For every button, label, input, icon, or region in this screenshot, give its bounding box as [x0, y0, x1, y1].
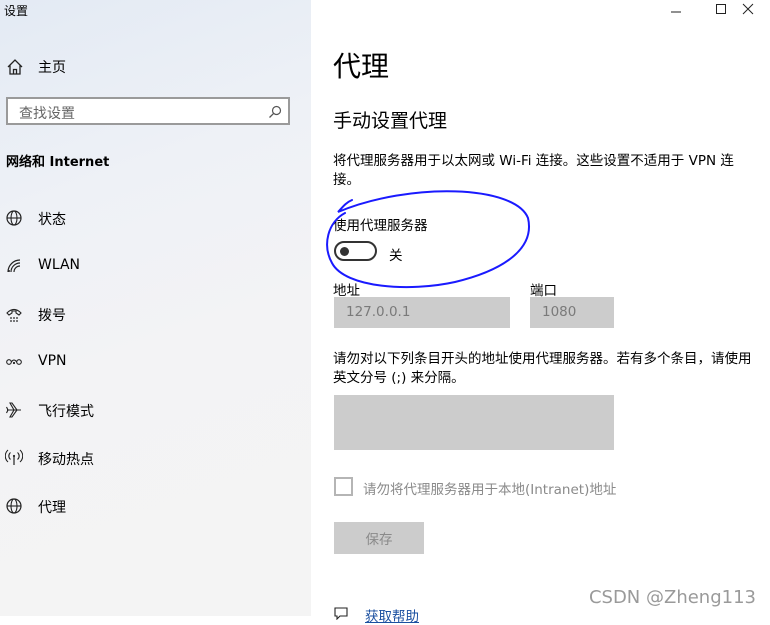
sidebar-item-label: 代理 [38, 500, 66, 516]
sidebar-home[interactable]: 主页 [0, 52, 311, 80]
search-icon [269, 105, 282, 118]
exceptions-description: 请勿对以下列条目开头的地址使用代理服务器。若有多个条目，请使用英文分号 (;) … [333, 351, 752, 386]
hotspot-icon [5, 449, 23, 465]
address-label: 地址 [333, 283, 360, 299]
toggle-state-text: 关 [389, 248, 403, 264]
airplane-icon [6, 402, 21, 418]
use-proxy-toggle[interactable] [334, 241, 377, 261]
watermark: CSDN @Zheng113 [588, 587, 756, 608]
local-bypass-label: 请勿将代理服务器用于本地(Intranet)地址 [363, 482, 617, 498]
section-subtitle: 手动设置代理 [333, 110, 448, 132]
settings-window: 设置 主页 查找设置 网络和 Internet 状态 WLAN 拨号 VPN 飞… [0, 0, 770, 625]
sidebar-item-proxy[interactable]: 代理 [0, 489, 311, 523]
section-title: 网络和 Internet [6, 155, 110, 170]
proxy-description: 将代理服务器用于以太网或 Wi-Fi 连接。这些设置不适用于 VPN 连接。 [333, 153, 734, 188]
main-panel: 代理 手动设置代理 将代理服务器用于以太网或 Wi-Fi 连接。这些设置不适用于… [311, 0, 770, 625]
sidebar-item-label: WLAN [38, 257, 81, 273]
port-value: 1080 [542, 304, 577, 320]
globe-icon [6, 498, 22, 514]
sidebar: 设置 主页 查找设置 网络和 Internet 状态 WLAN 拨号 VPN 飞… [0, 0, 311, 616]
sidebar-home-label: 主页 [38, 60, 66, 76]
home-icon [7, 59, 23, 75]
sidebar-item-status[interactable]: 状态 [0, 201, 311, 235]
vpn-icon [6, 359, 22, 365]
sidebar-item-hotspot[interactable]: 移动热点 [0, 441, 311, 475]
sidebar-item-airplane[interactable]: 飞行模式 [0, 393, 311, 427]
sidebar-item-dialup[interactable]: 拨号 [0, 297, 311, 331]
port-field[interactable]: 1080 [530, 297, 614, 328]
sidebar-item-wlan[interactable]: WLAN [0, 249, 311, 283]
toggle-knob [340, 247, 349, 256]
search-placeholder: 查找设置 [19, 106, 75, 122]
help-icon [334, 607, 348, 620]
page-title: 代理 [333, 50, 390, 83]
globe-icon [6, 210, 22, 226]
use-proxy-label: 使用代理服务器 [333, 218, 428, 234]
get-help-link[interactable]: 获取帮助 [365, 605, 419, 625]
search-input[interactable]: 查找设置 [6, 97, 290, 125]
sidebar-item-label: 飞行模式 [38, 404, 94, 420]
address-field[interactable]: 127.0.0.1 [334, 297, 510, 328]
exceptions-field[interactable] [334, 395, 614, 450]
sidebar-item-label: 拨号 [38, 308, 66, 324]
sidebar-item-vpn[interactable]: VPN [0, 345, 311, 379]
sidebar-item-label: 状态 [38, 212, 66, 228]
dialup-icon [6, 308, 22, 322]
wifi-icon [7, 259, 21, 273]
window-title: 设置 [4, 4, 29, 18]
local-bypass-checkbox[interactable] [334, 477, 353, 496]
sidebar-item-label: 移动热点 [38, 452, 94, 468]
port-label: 端口 [530, 283, 557, 299]
sidebar-item-label: VPN [38, 353, 67, 369]
address-value: 127.0.0.1 [346, 304, 411, 320]
save-button[interactable]: 保存 [334, 522, 424, 554]
